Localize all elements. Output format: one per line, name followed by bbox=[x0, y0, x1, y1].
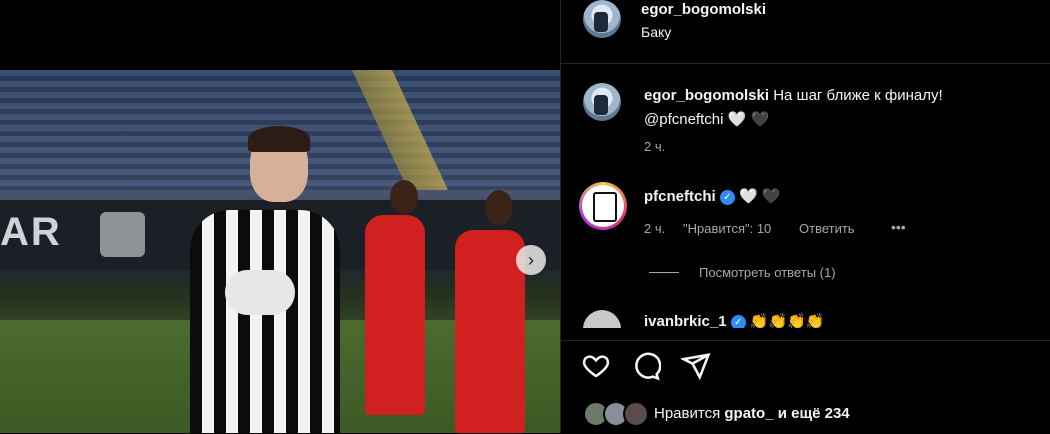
avatar[interactable] bbox=[583, 83, 621, 121]
avatar[interactable] bbox=[579, 182, 627, 230]
post-header: egor_bogomolski Баку bbox=[561, 0, 1050, 64]
replies-divider bbox=[649, 272, 679, 273]
likes-summary: Нравится gpato_ и ещё 234 bbox=[654, 405, 850, 422]
background-player bbox=[365, 215, 425, 415]
avatar-figure bbox=[594, 95, 608, 115]
caption-line-2: @pfcneftchi 🤍 🖤 bbox=[644, 110, 769, 128]
player-hands bbox=[225, 270, 295, 315]
caption-time: 2 ч. bbox=[644, 139, 666, 154]
clap-emoji: 👏👏👏👏 bbox=[749, 313, 825, 328]
comment-time: 2 ч. bbox=[644, 221, 666, 236]
caption-text: На шаг ближе к финалу! bbox=[773, 87, 943, 104]
header-location[interactable]: Баку bbox=[641, 24, 671, 40]
black-heart-emoji: 🖤 bbox=[761, 188, 781, 205]
background-player bbox=[455, 230, 525, 433]
view-replies-button[interactable]: Посмотреть ответы (1) bbox=[699, 265, 836, 280]
comment-likes[interactable]: "Нравится": 10 bbox=[683, 221, 771, 236]
comment-line: pfcneftchi ✓ 🤍 🖤 bbox=[644, 187, 781, 205]
comment-icon[interactable] bbox=[631, 351, 661, 381]
background-player-head bbox=[390, 180, 418, 214]
verified-icon: ✓ bbox=[730, 314, 746, 328]
black-heart-emoji: 🖤 bbox=[750, 111, 770, 128]
comment2-line: ivanbrkic_1 ✓ 👏👏👏👏 bbox=[644, 312, 825, 328]
header-username[interactable]: egor_bogomolski bbox=[641, 1, 766, 18]
avatar bbox=[623, 401, 649, 427]
caption-line-1: egor_bogomolski На шаг ближе к финалу! bbox=[644, 87, 943, 104]
white-heart-emoji: 🤍 bbox=[727, 111, 747, 128]
avatar[interactable] bbox=[583, 0, 621, 38]
comment2-username[interactable]: ivanbrkic_1 bbox=[644, 313, 727, 328]
board-logo bbox=[100, 212, 145, 257]
verified-icon: ✓ bbox=[719, 189, 735, 205]
comment-clip: ivanbrkic_1 ✓ 👏👏👏👏 bbox=[561, 300, 1050, 328]
background-player-head bbox=[485, 190, 513, 226]
avatar[interactable] bbox=[583, 310, 621, 328]
likes-prefix: Нравится bbox=[654, 405, 721, 422]
action-bar: Нравится gpato_ и ещё 234 bbox=[561, 340, 1050, 434]
avatar-figure bbox=[594, 12, 608, 32]
caption-mention[interactable]: @pfcneftchi bbox=[644, 111, 723, 128]
board-text: AR bbox=[0, 210, 62, 254]
caption-username[interactable]: egor_bogomolski bbox=[644, 87, 769, 104]
player-hair bbox=[248, 126, 310, 152]
heart-icon[interactable] bbox=[581, 351, 611, 381]
neftchi-logo bbox=[593, 192, 617, 222]
likes-suffix[interactable]: и ещё 234 bbox=[778, 405, 850, 422]
white-heart-emoji: 🤍 bbox=[739, 188, 758, 205]
likes-user[interactable]: gpato_ bbox=[724, 405, 773, 422]
more-options-icon[interactable]: ••• bbox=[891, 219, 906, 235]
next-arrow-icon[interactable]: › bbox=[516, 245, 546, 275]
main-player bbox=[180, 126, 345, 433]
player-jersey bbox=[190, 210, 340, 433]
share-icon[interactable] bbox=[681, 351, 711, 381]
post-side-panel: egor_bogomolski Баку egor_bogomolski На … bbox=[560, 0, 1050, 433]
reply-button[interactable]: Ответить bbox=[799, 221, 855, 236]
post-photo[interactable]: AR › bbox=[0, 70, 560, 433]
comment-username[interactable]: pfcneftchi bbox=[644, 188, 716, 205]
